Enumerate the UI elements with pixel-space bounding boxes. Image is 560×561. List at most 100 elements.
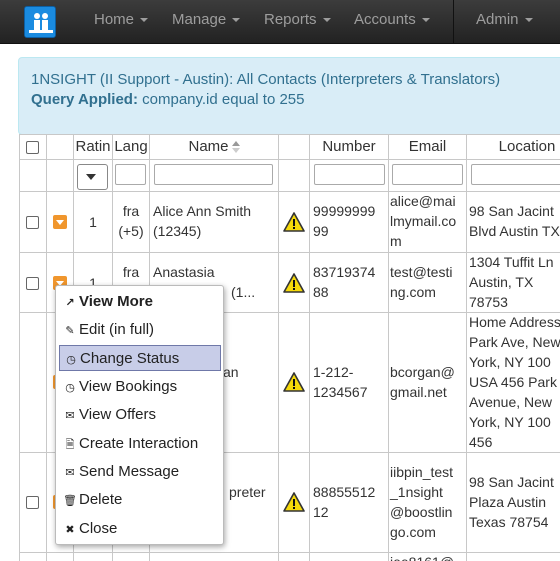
language-code: fra <box>122 264 140 280</box>
row-language: fra (+5) <box>113 201 149 241</box>
menu-item-label: Edit (in full) <box>79 321 155 338</box>
menu-item-edit[interactable]: ✎ Edit (in full) <box>59 317 221 343</box>
email-filter-input[interactable] <box>392 164 463 185</box>
location-line: Avenue, New <box>469 394 553 410</box>
chevron-down-icon <box>322 18 331 23</box>
row-email[interactable]: iee8161@ <box>390 552 466 561</box>
menu-item-label: Change Status <box>80 350 180 367</box>
warning-icon <box>283 372 305 392</box>
menu-item-change-status[interactable]: ◷ Change Status <box>59 345 221 371</box>
row-email[interactable]: test@testi ng.com <box>390 262 466 302</box>
nav-accounts[interactable]: Accounts <box>354 0 430 44</box>
location-line: USA 456 Park <box>469 374 557 390</box>
row-location: Home Address Park Ave, New York, NY 100 … <box>469 312 560 452</box>
envelope-open-icon: ✉ <box>65 410 75 422</box>
location-line: York, NY 100 <box>469 414 551 430</box>
header-language[interactable]: Lang <box>113 137 149 157</box>
nav-reports[interactable]: Reports <box>264 0 331 44</box>
menu-item-delete[interactable]: 🗑 Delete <box>59 487 221 513</box>
location-line: Park Ave, New <box>469 334 560 350</box>
menu-item-label: Close <box>79 520 118 537</box>
row-email[interactable]: alice@mai lmymail.co m <box>390 191 466 251</box>
nav-accounts-label: Accounts <box>354 11 416 28</box>
envelope-icon: ✉ <box>65 467 75 479</box>
contacts-title: 1NSIGHT (II Support - Austin): All Conta… <box>31 71 501 88</box>
row-location: 98 San Jacint Blvd Austin TX <box>469 201 560 241</box>
contact-name: Anastasia <box>153 264 215 280</box>
menu-item-view-offers[interactable]: ✉ View Offers <box>59 402 221 428</box>
row-checkbox[interactable] <box>26 277 39 290</box>
row-checkbox[interactable] <box>26 496 39 509</box>
number-line: 1-212- <box>313 364 354 380</box>
row-language: fra <box>113 262 149 282</box>
nav-manage-label: Manage <box>172 11 227 28</box>
menu-item-send-message[interactable]: ✉ Send Message <box>59 459 221 485</box>
nav-home[interactable]: Home <box>94 0 149 44</box>
file-icon: 🗎 <box>65 439 75 451</box>
query-summary: Query Applied: company.id equal to 255 <box>31 91 304 108</box>
clock-icon: ◷ <box>66 354 76 366</box>
nav-manage[interactable]: Manage <box>172 0 241 44</box>
warning-icon <box>283 492 305 512</box>
header-rating[interactable]: Ratin <box>74 137 112 157</box>
location-line: Blvd Austin TX <box>469 223 560 239</box>
email-line: gmail.net <box>390 384 447 400</box>
nav-divider <box>453 0 454 44</box>
menu-item-label: View More <box>79 293 153 310</box>
name-filter-input[interactable] <box>154 164 273 185</box>
app-logo[interactable] <box>24 6 56 38</box>
email-line: alice@mai <box>390 193 456 209</box>
nav-admin-label: Admin <box>476 11 519 28</box>
number-line: 99999999 <box>313 203 376 219</box>
email-line: m <box>390 233 402 249</box>
rating-filter-select[interactable] <box>77 164 108 190</box>
number-line: 12 <box>313 504 329 520</box>
email-line: bcorgan@ <box>390 364 455 380</box>
row-checkbox[interactable] <box>26 216 39 229</box>
header-name[interactable]: Name <box>150 137 278 157</box>
number-line: 83719374 <box>313 264 376 280</box>
header-name-label: Name <box>188 138 229 155</box>
number-line: 99 <box>313 223 329 239</box>
menu-item-label: Send Message <box>79 463 180 480</box>
location-line: 456 <box>469 434 493 450</box>
row-email[interactable]: iibpin_test _1nsight @boostlin go.com <box>390 462 466 542</box>
menu-item-close[interactable]: ✖ Close <box>59 516 221 542</box>
warning-icon <box>283 212 305 232</box>
location-line: Plaza Austin <box>469 494 547 510</box>
menu-item-label: Create Interaction <box>79 435 199 452</box>
chevron-down-icon <box>86 174 96 180</box>
header-email[interactable]: Email <box>389 137 466 157</box>
email-line: _1nsight <box>390 484 443 500</box>
language-filter-input[interactable] <box>115 164 146 185</box>
location-filter-input[interactable] <box>471 164 560 185</box>
row-number: 83719374 88 <box>313 262 388 302</box>
header-location[interactable]: Location <box>467 137 560 157</box>
header-number[interactable]: Number <box>310 137 388 157</box>
menu-item-create-interaction[interactable]: 🗎 Create Interaction <box>59 431 221 457</box>
number-filter-input[interactable] <box>314 164 385 185</box>
chevron-down-icon <box>524 18 533 23</box>
row-name[interactable]: Alice Ann Smith (12345) <box>153 201 278 241</box>
sort-icon <box>231 141 240 154</box>
warning-icon <box>283 273 305 293</box>
menu-item-view-more[interactable]: ↗ View More <box>59 289 221 315</box>
number-line: 88855512 <box>313 484 376 500</box>
email-line: test@testi <box>390 264 453 280</box>
location-line: Texas 78754 <box>469 514 549 530</box>
clock-icon: ◷ <box>65 382 75 394</box>
nav-admin[interactable]: Admin <box>476 0 533 44</box>
email-line: lmymail.co <box>390 213 457 229</box>
location-line: Austin, TX <box>469 274 534 290</box>
row-number: 99999999 99 <box>313 201 388 241</box>
select-all-checkbox[interactable] <box>26 141 39 154</box>
row-actions-button[interactable] <box>53 215 67 229</box>
contact-id: (12345) <box>153 223 202 239</box>
external-link-icon: ↗ <box>65 297 75 309</box>
query-info-panel: 1NSIGHT (II Support - Austin): All Conta… <box>18 57 560 135</box>
location-line: 98 San Jacint <box>469 474 554 490</box>
menu-item-view-bookings[interactable]: ◷ View Bookings <box>59 374 221 400</box>
location-line: York, NY 100 <box>469 354 551 370</box>
row-email[interactable]: bcorgan@ gmail.net <box>390 362 466 402</box>
nav-home-label: Home <box>94 11 135 28</box>
